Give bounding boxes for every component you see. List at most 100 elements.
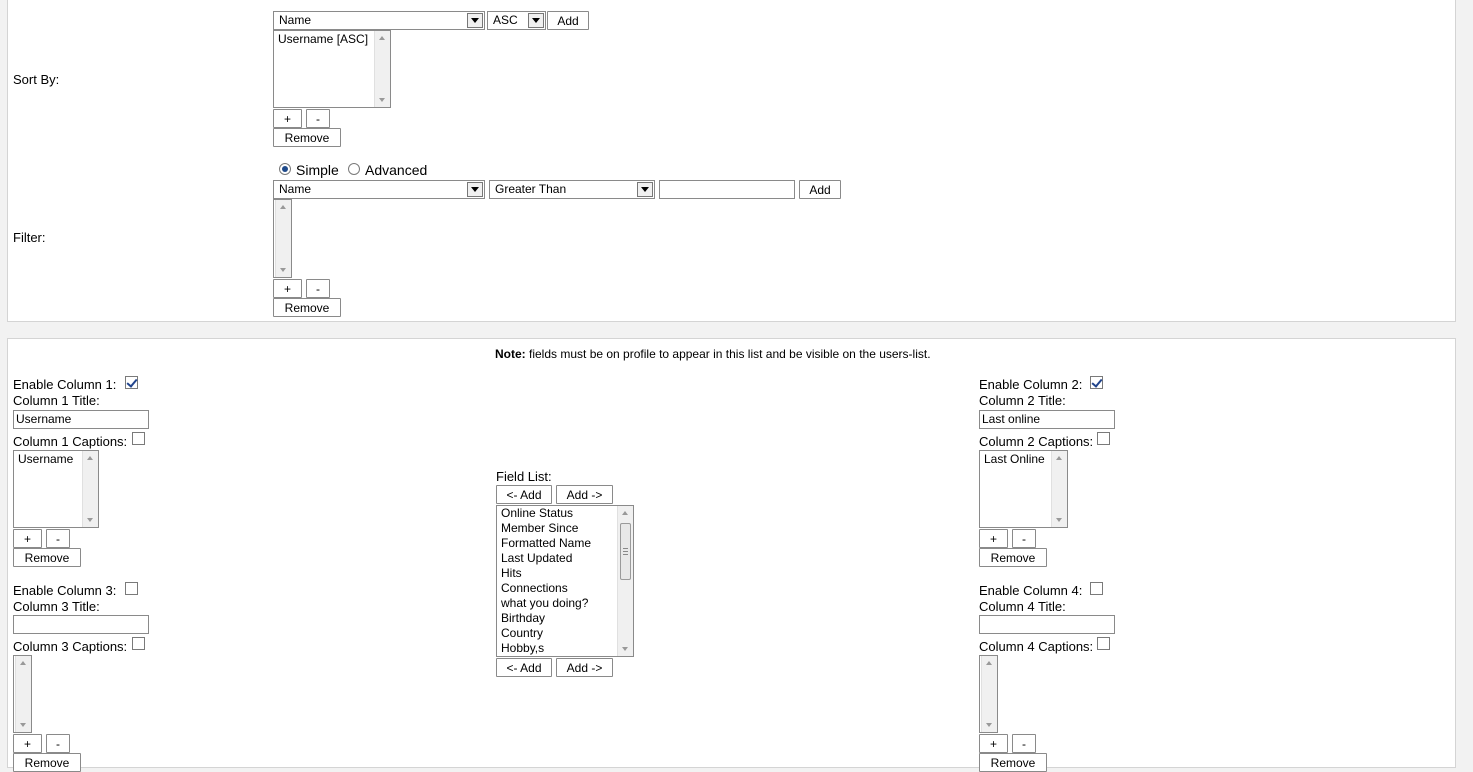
sort-filter-panel: Sort By: Name ASC Add Username [ASC] + -… (7, 0, 1456, 322)
filter-list[interactable] (273, 199, 292, 278)
scroll-down-icon[interactable] (1056, 518, 1062, 522)
scrollbar[interactable] (981, 656, 997, 732)
scrollbar[interactable] (1051, 451, 1067, 527)
column-1-title-label: Column 1 Title: (13, 393, 100, 408)
sort-field-select[interactable]: Name (273, 11, 485, 30)
field-list-add-right-button[interactable]: Add -> (556, 485, 613, 504)
scroll-down-icon[interactable] (20, 723, 26, 727)
scroll-down-icon[interactable] (280, 268, 286, 272)
scroll-down-icon[interactable] (986, 723, 992, 727)
scroll-up-icon[interactable] (986, 661, 992, 665)
column-3-minus-button[interactable]: - (46, 734, 70, 753)
column-2-title-label: Column 2 Title: (979, 393, 1066, 408)
list-item[interactable]: Hits (497, 566, 633, 581)
column-4-title-input[interactable] (979, 615, 1115, 634)
sort-remove-button[interactable]: Remove (273, 128, 341, 147)
scroll-down-icon[interactable] (622, 647, 628, 651)
column-4-remove-button[interactable]: Remove (979, 753, 1047, 772)
field-list-add-left-button-bottom[interactable]: <- Add (496, 658, 552, 677)
scroll-up-icon[interactable] (622, 511, 628, 515)
enable-column-2-checkbox[interactable] (1090, 376, 1103, 389)
enable-column-4-label: Enable Column 4: (979, 583, 1083, 598)
filter-mode-simple-radio[interactable] (279, 163, 291, 175)
filter-remove-button[interactable]: Remove (273, 298, 341, 317)
enable-column-1-checkbox[interactable] (125, 376, 138, 389)
column-2-remove-button[interactable]: Remove (979, 548, 1047, 567)
column-1-remove-button[interactable]: Remove (13, 548, 81, 567)
filter-mode-simple-label[interactable]: Simple (296, 163, 339, 178)
scroll-up-icon[interactable] (87, 456, 93, 460)
field-list-add-left-button[interactable]: <- Add (496, 485, 552, 504)
column-4-list[interactable] (979, 655, 998, 733)
list-item[interactable]: Online Status (497, 506, 633, 521)
column-1-title-input[interactable]: Username (13, 410, 149, 429)
scroll-up-icon[interactable] (20, 661, 26, 665)
column-3-captions-checkbox[interactable] (132, 637, 145, 650)
sort-list[interactable]: Username [ASC] (273, 30, 391, 108)
filter-minus-button[interactable]: - (306, 279, 330, 298)
column-2-captions-checkbox[interactable] (1097, 432, 1110, 445)
column-1-captions-checkbox[interactable] (132, 432, 145, 445)
field-list[interactable]: Online Status Member Since Formatted Name L… (496, 505, 634, 657)
column-1-list[interactable]: Username (13, 450, 99, 528)
list-item[interactable]: Username [ASC] (274, 31, 390, 47)
list-item[interactable]: Birthday (497, 611, 633, 626)
column-1-plus-button[interactable]: + (13, 529, 42, 548)
chevron-down-icon[interactable] (467, 13, 483, 28)
column-3-plus-button[interactable]: + (13, 734, 42, 753)
enable-column-4-checkbox[interactable] (1090, 582, 1103, 595)
scroll-up-icon[interactable] (379, 36, 385, 40)
list-item[interactable]: Member Since (497, 521, 633, 536)
column-1-minus-button[interactable]: - (46, 529, 70, 548)
list-item[interactable]: Country (497, 626, 633, 641)
enable-column-3-checkbox[interactable] (125, 582, 138, 595)
column-2-captions-label: Column 2 Captions: (979, 434, 1094, 449)
list-item[interactable]: Hobby,s (497, 641, 633, 656)
scroll-up-icon[interactable] (280, 205, 286, 209)
column-3-title-input[interactable] (13, 615, 149, 634)
column-3-list[interactable] (13, 655, 32, 733)
sort-direction-select[interactable]: ASC (487, 11, 546, 30)
chevron-down-icon[interactable] (637, 182, 653, 197)
filter-field-select[interactable]: Name (273, 180, 485, 199)
list-item[interactable]: Last Updated (497, 551, 633, 566)
column-4-minus-button[interactable]: - (1012, 734, 1036, 753)
column-2-minus-button[interactable]: - (1012, 529, 1036, 548)
column-2-title-input[interactable]: Last online (979, 410, 1115, 429)
column-2-plus-button[interactable]: + (979, 529, 1008, 548)
scrollbar[interactable] (15, 656, 31, 732)
sort-add-button[interactable]: Add (547, 11, 589, 30)
scrollbar[interactable] (617, 506, 633, 656)
sort-plus-button[interactable]: + (273, 109, 302, 128)
column-2-list[interactable]: Last Online (979, 450, 1068, 528)
filter-value-input[interactable] (659, 180, 795, 199)
scrollbar[interactable] (275, 200, 291, 277)
enable-column-3-label: Enable Column 3: (13, 583, 117, 598)
filter-mode-advanced-label[interactable]: Advanced (365, 163, 427, 178)
scroll-thumb[interactable] (620, 523, 631, 580)
field-list-add-right-button-bottom[interactable]: Add -> (556, 658, 613, 677)
filter-label: Filter: (13, 230, 46, 245)
scrollbar[interactable] (82, 451, 98, 527)
scroll-up-icon[interactable] (1056, 456, 1062, 460)
scrollbar[interactable] (374, 31, 390, 107)
sort-by-label: Sort By: (13, 72, 60, 87)
column-3-remove-button[interactable]: Remove (13, 753, 81, 772)
chevron-down-icon[interactable] (467, 182, 483, 197)
list-item[interactable]: Formatted Name (497, 536, 633, 551)
column-4-title-label: Column 4 Title: (979, 599, 1066, 614)
scroll-down-icon[interactable] (379, 98, 385, 102)
column-4-captions-checkbox[interactable] (1097, 637, 1110, 650)
list-item[interactable]: what you doing? (497, 596, 633, 611)
field-list-items: Online Status Member Since Formatted Name L… (497, 506, 633, 656)
chevron-down-icon[interactable] (528, 13, 544, 28)
filter-add-button[interactable]: Add (799, 180, 841, 199)
filter-plus-button[interactable]: + (273, 279, 302, 298)
column-4-plus-button[interactable]: + (979, 734, 1008, 753)
list-item[interactable]: Connections (497, 581, 633, 596)
enable-column-1-label: Enable Column 1: (13, 377, 117, 392)
scroll-down-icon[interactable] (87, 518, 93, 522)
sort-minus-button[interactable]: - (306, 109, 330, 128)
filter-operator-select[interactable]: Greater Than (489, 180, 655, 199)
filter-mode-advanced-radio[interactable] (348, 163, 360, 175)
